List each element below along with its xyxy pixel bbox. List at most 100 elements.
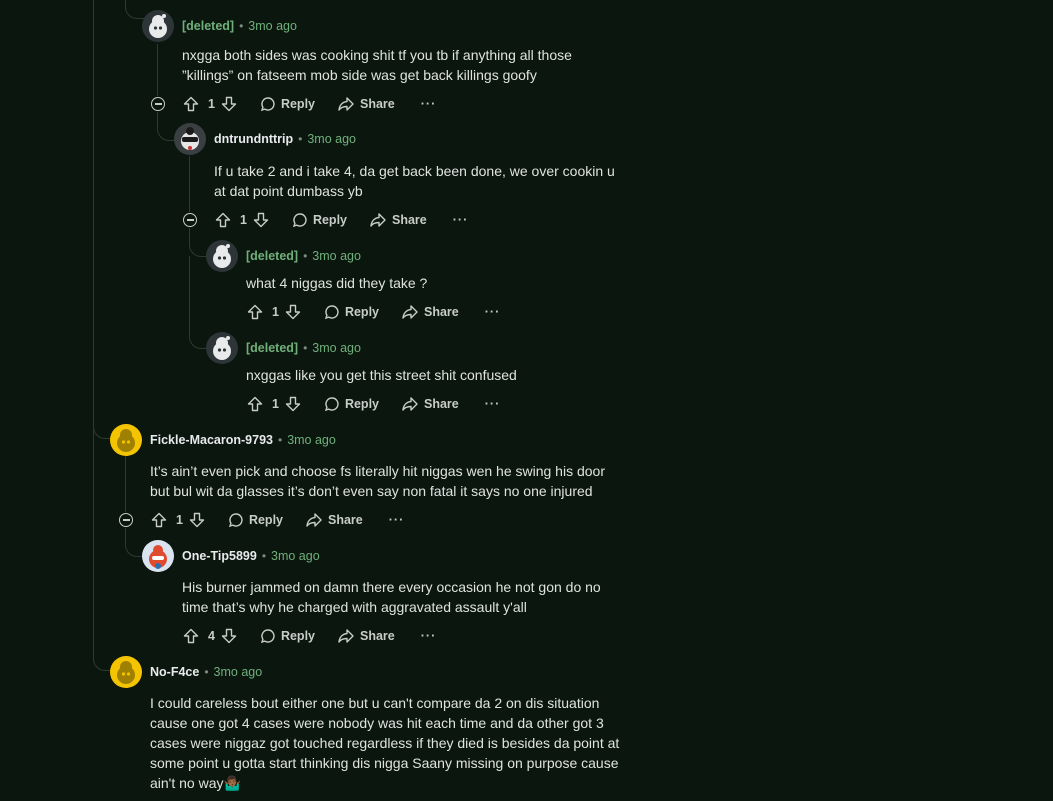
more-options-button[interactable]: ··· bbox=[485, 397, 501, 411]
comment-icon bbox=[324, 397, 339, 412]
vote-count: 4 bbox=[208, 629, 215, 643]
comment-actions: 1 Reply Share ··· bbox=[182, 92, 436, 116]
separator-dot: • bbox=[298, 132, 303, 146]
thread-line bbox=[93, 0, 94, 660]
reply-button[interactable]: Reply bbox=[324, 396, 379, 412]
share-button[interactable]: Share bbox=[401, 304, 459, 320]
collapse-icon[interactable] bbox=[151, 97, 165, 111]
more-options-button[interactable]: ··· bbox=[389, 513, 405, 527]
reply-button[interactable]: Reply bbox=[324, 304, 379, 320]
timestamp[interactable]: 3mo ago bbox=[248, 19, 297, 33]
comment-actions: 1 Reply Share ··· bbox=[246, 300, 500, 324]
username[interactable]: One-Tip5899 bbox=[182, 549, 257, 563]
reply-button[interactable]: Reply bbox=[260, 96, 315, 112]
more-options-button[interactable]: ··· bbox=[421, 97, 437, 111]
snoo-avatar-icon[interactable] bbox=[206, 332, 238, 364]
comment-icon bbox=[260, 629, 275, 644]
comment-body: It’s ain’t even pick and choose fs liter… bbox=[150, 461, 605, 501]
comment-icon bbox=[228, 513, 243, 528]
snoo-avatar-icon[interactable] bbox=[142, 540, 174, 572]
upvote-icon[interactable] bbox=[182, 627, 200, 645]
separator-dot: • bbox=[239, 19, 244, 33]
more-options-button[interactable]: ··· bbox=[421, 629, 437, 643]
share-icon bbox=[402, 305, 418, 319]
share-button[interactable]: Share bbox=[305, 512, 363, 528]
username[interactable]: [deleted] bbox=[246, 249, 298, 263]
timestamp[interactable]: 3mo ago bbox=[312, 341, 361, 355]
comment-actions: 1 Reply Share ··· bbox=[214, 208, 468, 232]
reply-label: Reply bbox=[312, 213, 347, 227]
more-options-button[interactable]: ··· bbox=[485, 305, 501, 319]
upvote-icon[interactable] bbox=[182, 95, 200, 113]
downvote-icon[interactable] bbox=[284, 303, 302, 321]
comment: Fickle-Macaron-9793 • 3mo ago bbox=[110, 424, 336, 456]
share-button[interactable]: Share bbox=[337, 628, 395, 644]
comment-body: I could careless bout either one but u c… bbox=[150, 693, 619, 793]
share-icon bbox=[338, 629, 354, 643]
comment-line: nxggas like you get this street shit con… bbox=[246, 367, 517, 383]
comment-line: what 4 niggas did they take ? bbox=[246, 275, 428, 291]
timestamp[interactable]: 3mo ago bbox=[307, 132, 356, 146]
share-button[interactable]: Share bbox=[369, 212, 427, 228]
timestamp[interactable]: 3mo ago bbox=[271, 549, 320, 563]
downvote-icon[interactable] bbox=[220, 627, 238, 645]
share-icon bbox=[306, 513, 322, 527]
snoo-avatar-icon[interactable] bbox=[206, 240, 238, 272]
snoo-avatar-icon[interactable] bbox=[174, 123, 206, 155]
username[interactable]: [deleted] bbox=[182, 19, 234, 33]
comment-actions: 1 Reply Share ··· bbox=[150, 508, 404, 532]
timestamp[interactable]: 3mo ago bbox=[312, 249, 361, 263]
comment-body: nxgga both sides was cooking shit tf you… bbox=[182, 45, 572, 85]
share-label: Share bbox=[328, 513, 363, 527]
vote-count: 1 bbox=[208, 97, 215, 111]
downvote-icon[interactable] bbox=[220, 95, 238, 113]
share-label: Share bbox=[392, 213, 427, 227]
comment-body: If u take 2 and i take 4, da get back be… bbox=[214, 161, 615, 201]
timestamp[interactable]: 3mo ago bbox=[287, 433, 336, 447]
upvote-icon[interactable] bbox=[246, 303, 264, 321]
reply-button[interactable]: Reply bbox=[292, 212, 347, 228]
separator-dot: • bbox=[204, 665, 209, 679]
timestamp[interactable]: 3mo ago bbox=[214, 665, 263, 679]
reply-label: Reply bbox=[280, 629, 315, 643]
downvote-icon[interactable] bbox=[252, 211, 270, 229]
collapse-icon[interactable] bbox=[119, 513, 133, 527]
username[interactable]: [deleted] bbox=[246, 341, 298, 355]
share-label: Share bbox=[360, 629, 395, 643]
upvote-icon[interactable] bbox=[246, 395, 264, 413]
share-icon bbox=[402, 397, 418, 411]
collapse-icon[interactable] bbox=[183, 213, 197, 227]
downvote-icon[interactable] bbox=[188, 511, 206, 529]
comment: No-F4ce • 3mo ago bbox=[110, 656, 262, 688]
vote-count: 1 bbox=[176, 513, 183, 527]
comment-line: cause one got 4 cases were nobody was hi… bbox=[150, 715, 604, 731]
comment-body: nxggas like you get this street shit con… bbox=[246, 365, 517, 385]
comment-line: ain't no way🤷🏾‍♂️ bbox=[150, 775, 241, 791]
more-options-button[interactable]: ··· bbox=[453, 213, 469, 227]
upvote-icon[interactable] bbox=[150, 511, 168, 529]
username[interactable]: dntrundnttrip bbox=[214, 132, 293, 146]
username[interactable]: Fickle-Macaron-9793 bbox=[150, 433, 273, 447]
comment-line: cases were niggaz got touched regardless… bbox=[150, 735, 620, 751]
share-button[interactable]: Share bbox=[337, 96, 395, 112]
comment: [deleted] • 3mo ago bbox=[142, 10, 297, 42]
comment: dntrundnttrip • 3mo ago bbox=[174, 123, 356, 155]
reply-button[interactable]: Reply bbox=[260, 628, 315, 644]
snoo-avatar-icon[interactable] bbox=[110, 424, 142, 456]
reply-button[interactable]: Reply bbox=[228, 512, 283, 528]
downvote-icon[interactable] bbox=[284, 395, 302, 413]
comment-icon bbox=[292, 213, 307, 228]
separator-dot: • bbox=[303, 341, 308, 355]
thread-line bbox=[125, 456, 126, 512]
snoo-avatar-icon[interactable] bbox=[142, 10, 174, 42]
share-icon bbox=[338, 97, 354, 111]
comment: [deleted] • 3mo ago bbox=[206, 332, 361, 364]
username[interactable]: No-F4ce bbox=[150, 665, 199, 679]
share-button[interactable]: Share bbox=[401, 396, 459, 412]
comment: [deleted] • 3mo ago bbox=[206, 240, 361, 272]
upvote-icon[interactable] bbox=[214, 211, 232, 229]
share-label: Share bbox=[424, 397, 459, 411]
snoo-avatar-icon[interactable] bbox=[110, 656, 142, 688]
comment-line: at dat point dumbass yb bbox=[214, 183, 363, 199]
comment-line: It’s ain’t even pick and choose fs liter… bbox=[150, 463, 605, 479]
